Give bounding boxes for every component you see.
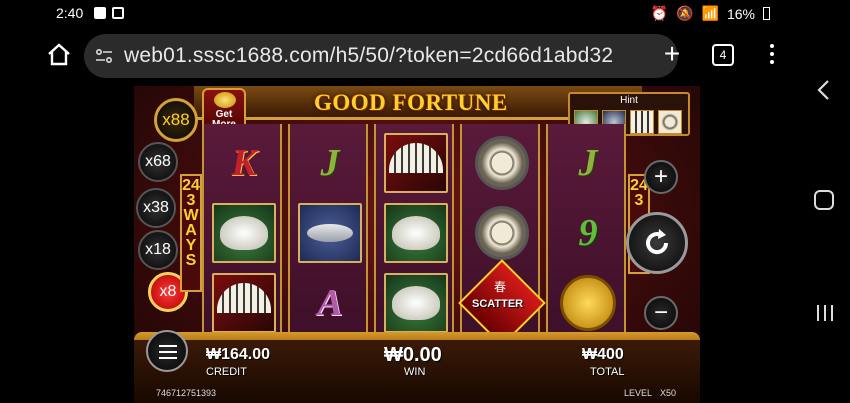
bet-plus-button[interactable]: + (644, 160, 678, 194)
bet-minus-button[interactable]: − (644, 296, 678, 330)
url-bar[interactable]: web01.sssc1688.com/h5/50/?token=2cd66d1a… (84, 34, 678, 78)
alarm-icon: ⏰ (650, 5, 669, 21)
symbol-scatter: 春 SCATTER (458, 259, 546, 347)
browser-toolbar: web01.sssc1688.com/h5/50/?token=2cd66d1a… (34, 28, 800, 84)
multiplier-x18[interactable]: x18 (138, 230, 178, 270)
spin-button[interactable] (626, 212, 688, 274)
symbol-j-glyph: J (578, 142, 598, 184)
browser-menu-icon[interactable] (768, 42, 776, 68)
credit-label: CREDIT (206, 366, 247, 378)
credit-value: ₩164.00 (206, 346, 271, 363)
battery-text: 16% (726, 5, 755, 22)
game-title: GOOD FORTUNE (314, 90, 508, 115)
multiplier-x88[interactable]: x88 (154, 98, 198, 142)
win-label: WIN (404, 366, 426, 378)
symbol-fish (294, 202, 366, 264)
coins-icon (214, 92, 236, 108)
recents-nav-icon[interactable] (814, 302, 836, 324)
multiplier-x68[interactable]: x68 (138, 142, 178, 182)
site-settings-icon[interactable] (94, 46, 114, 66)
hint-fan-icon (630, 110, 654, 134)
symbol-fan (380, 132, 452, 194)
scatter-char: 春 (494, 280, 507, 294)
symbol-medal (466, 132, 538, 194)
reel-5: J 9 (546, 124, 626, 338)
symbol-ingot (208, 202, 280, 264)
wifi-icon: 📶 (701, 5, 719, 21)
multiplier-x38[interactable]: x38 (136, 188, 176, 228)
total-value: ₩400 (582, 346, 624, 363)
symbol-a-glyph: A (317, 282, 343, 324)
hint-medal-icon (658, 110, 682, 134)
status-bar: 2:40 ⏰ 🔕 📶 16% (0, 0, 800, 26)
home-icon[interactable] (46, 42, 72, 68)
reel-3 (374, 124, 454, 338)
home-nav-icon[interactable] (814, 190, 834, 210)
slot-game[interactable]: GOOD FORTUNE Get More Hint x88 x68 x38 x… (134, 86, 700, 403)
symbol-k-glyph: K (231, 142, 257, 184)
reel-1: K (202, 124, 282, 338)
mute-icon: 🔕 (676, 5, 694, 21)
symbol-coin (552, 272, 624, 334)
game-menu-button[interactable] (146, 330, 188, 372)
level-value: X50 (660, 388, 677, 398)
hint-label: Hint (620, 95, 638, 106)
status-time: 2:40 (56, 5, 84, 21)
reel-4: 春 SCATTER (458, 124, 546, 347)
reel-2: J A (288, 124, 368, 338)
symbol-fan (208, 272, 280, 334)
new-tab-button[interactable]: + (658, 40, 686, 68)
lock-icon (112, 7, 124, 19)
screen: 2:40 ⏰ 🔕 📶 16% web01.sssc1688.com/h5/50/… (0, 0, 850, 403)
back-nav-icon[interactable] (812, 78, 836, 102)
scatter-label: SCATTER (472, 298, 524, 310)
level-label: LEVEL (624, 388, 653, 398)
symbol-9: 9 (552, 202, 624, 264)
spin-icon (646, 229, 669, 255)
status-right: ⏰ 🔕 📶 16% (651, 5, 770, 22)
calendar-icon (94, 7, 106, 19)
symbol-ingot (380, 202, 452, 264)
symbol-9-glyph: 9 (578, 212, 598, 254)
symbol-medal (466, 202, 538, 264)
symbol-a: A (294, 272, 366, 334)
url-text: web01.sssc1688.com/h5/50/?token=2cd66d1a… (124, 44, 614, 67)
symbol-j: J (294, 132, 366, 194)
symbol-ingot (380, 272, 452, 334)
game-id: 746712751393 (156, 388, 217, 398)
ways-badge-left: 243WAYS (180, 174, 202, 292)
win-value: ₩0.00 (384, 344, 442, 366)
battery-icon (763, 7, 770, 20)
symbol-j-glyph: J (320, 142, 340, 184)
symbol-j: J (552, 132, 624, 194)
bottom-bar: ₩164.00 CREDIT ₩0.00 WIN ₩400 TOTAL 7467… (134, 330, 700, 403)
symbol-k: K (208, 132, 280, 194)
total-label: TOTAL (590, 366, 625, 378)
tab-switcher-button[interactable]: 4 (712, 44, 734, 66)
